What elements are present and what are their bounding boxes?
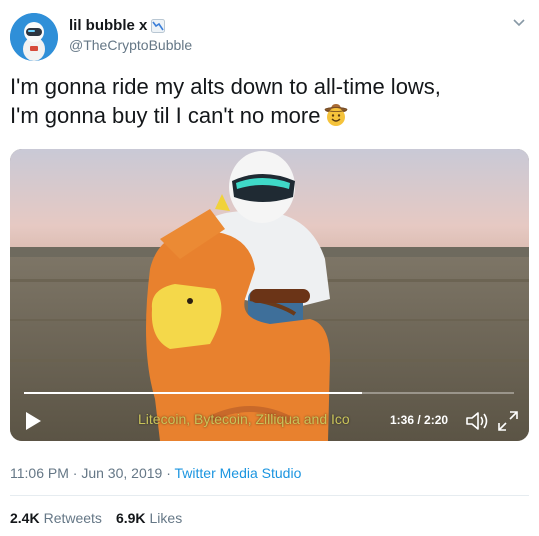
volume-icon[interactable]: [465, 410, 489, 432]
meta-separator: ·: [166, 465, 171, 481]
fullscreen-icon[interactable]: [497, 410, 519, 432]
progress-bar[interactable]: [24, 392, 514, 394]
tweet-meta: 11:06 PM · Jun 30, 2019 · Twitter Media …: [10, 465, 301, 481]
tweet-line-2: I'm gonna buy til I can't no more: [10, 101, 530, 130]
tweet-date[interactable]: Jun 30, 2019: [81, 465, 162, 481]
tweet-stats: 2.4K Retweets 6.9K Likes: [10, 510, 182, 526]
tweet-source-link[interactable]: Twitter Media Studio: [175, 465, 302, 481]
user-name-row: lil bubble x: [69, 17, 166, 34]
tweet-card: lil bubble x @TheCryptoBubble I'm gonna …: [0, 0, 539, 536]
tweet-time[interactable]: 11:06 PM: [10, 465, 69, 481]
retweets-count: 2.4K: [10, 510, 40, 526]
video-subtitle: Litecoin, Bytecoin, Zilliqua and Ico: [138, 411, 350, 427]
meta-separator: ·: [72, 465, 78, 481]
likes-label: Likes: [149, 510, 183, 526]
retweets-label: Retweets: [43, 510, 102, 526]
chart-decreasing-icon: [151, 18, 166, 33]
video-time: 1:36 / 2:20: [390, 413, 449, 427]
divider: [10, 495, 529, 496]
avatar[interactable]: [10, 13, 58, 61]
retweets-stat[interactable]: 2.4K Retweets: [10, 510, 102, 526]
astronaut-icon: [10, 13, 58, 61]
play-icon[interactable]: [24, 411, 42, 431]
display-name[interactable]: lil bubble x: [69, 17, 147, 34]
tweet-text: I'm gonna ride my alts down to all-time …: [10, 72, 530, 130]
user-handle[interactable]: @TheCryptoBubble: [69, 37, 192, 53]
progress-fill: [24, 392, 363, 394]
video-player[interactable]: Litecoin, Bytecoin, Zilliqua and Ico 1:3…: [10, 149, 529, 441]
likes-stat[interactable]: 6.9K Likes: [116, 510, 182, 526]
chevron-down-icon[interactable]: [512, 18, 526, 28]
cowboy-hat-face-icon: [325, 104, 348, 126]
likes-count: 6.9K: [115, 510, 146, 526]
video-frame: [10, 149, 529, 441]
tweet-line-1: I'm gonna ride my alts down to all-time …: [10, 74, 441, 99]
